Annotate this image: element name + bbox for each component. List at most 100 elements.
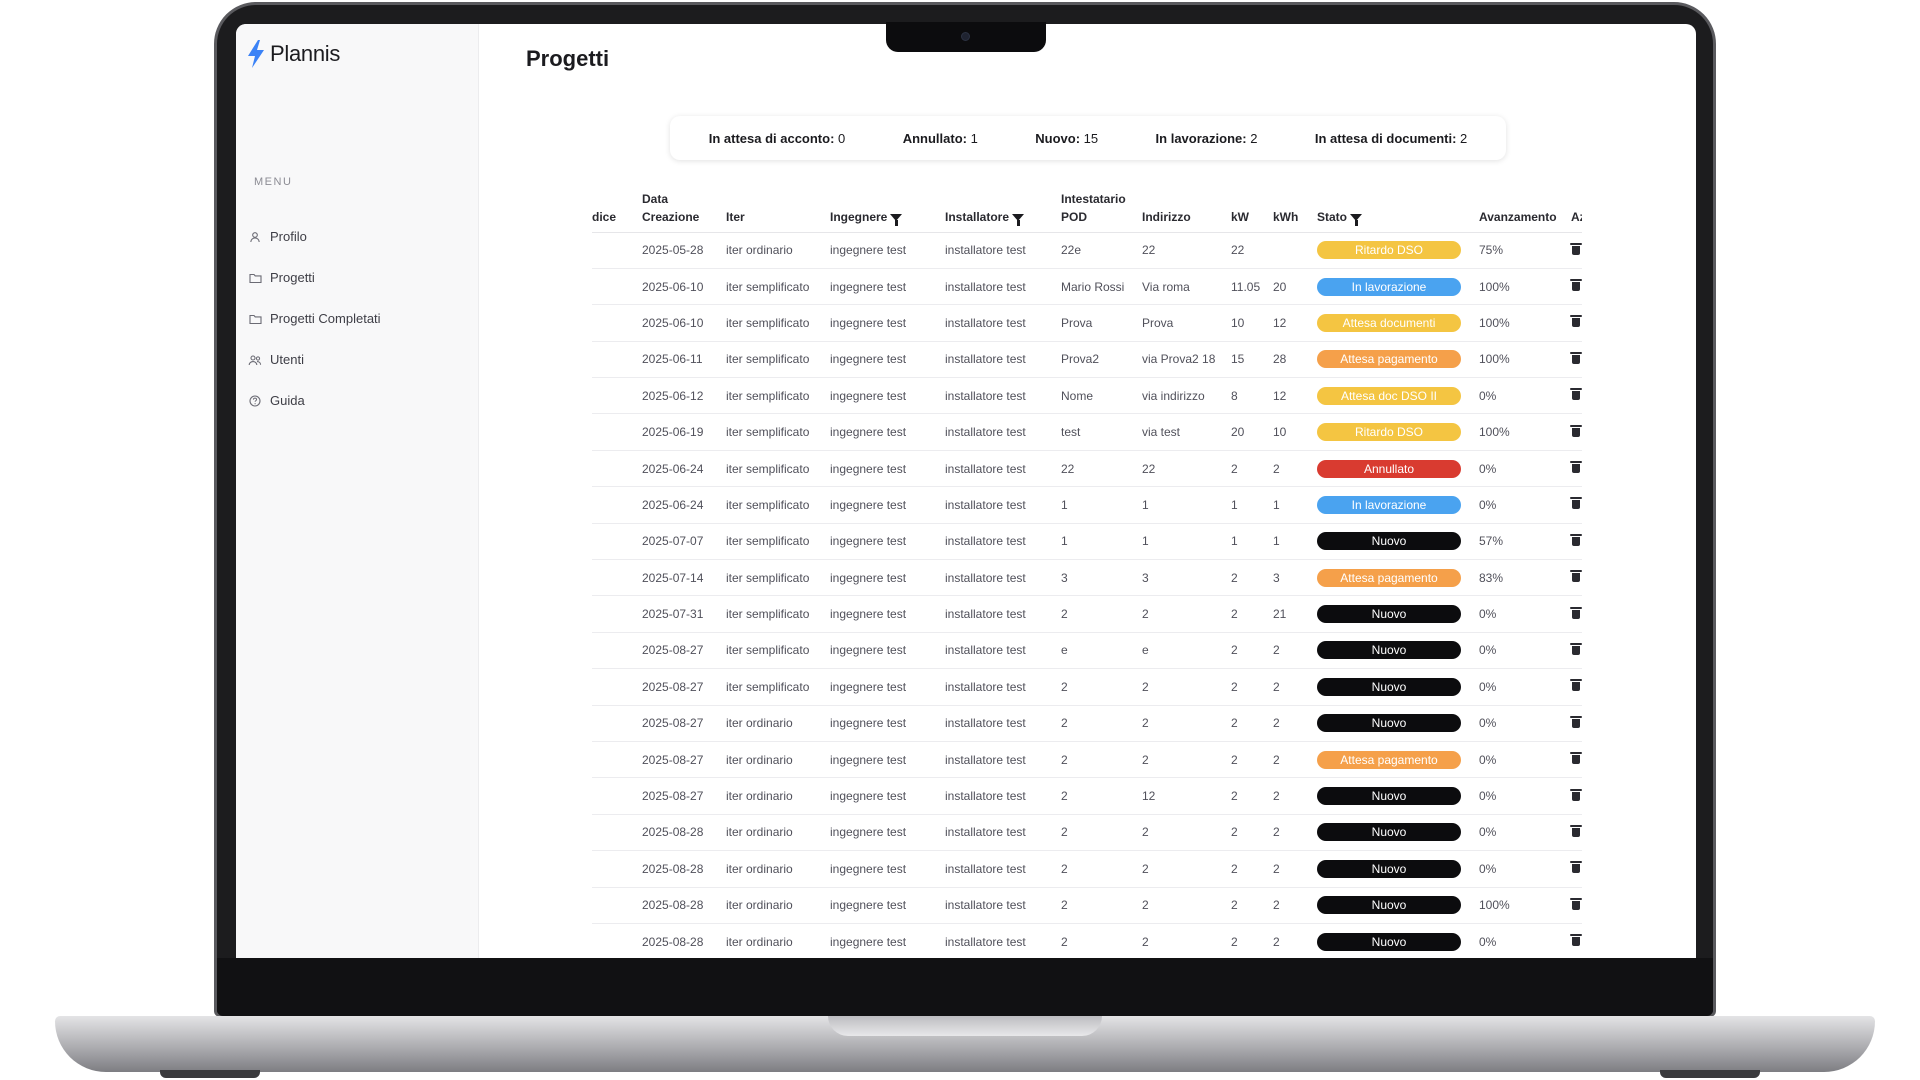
status-badge[interactable]: In lavorazione xyxy=(1317,495,1461,514)
table-row[interactable]: 132025-07-14iter semplificatoingegnere t… xyxy=(592,559,1582,597)
cell-installatore: installatore test xyxy=(937,741,1053,779)
cell-codice: 04 xyxy=(592,304,634,342)
column-header-label: kWh xyxy=(1273,209,1299,224)
laptop-bezel xyxy=(217,958,1713,1016)
cell-installatore: installatore test xyxy=(937,595,1053,633)
cell-avanzamento: 0% xyxy=(1471,705,1563,742)
delete-icon[interactable] xyxy=(1570,461,1582,474)
sidebar-item-label: Progetti Completati xyxy=(270,311,381,326)
cell-stato: Attesa pagamento xyxy=(1309,341,1471,379)
cell-codice: 07 xyxy=(592,413,634,451)
status-badge[interactable]: Nuovo xyxy=(1317,714,1461,733)
sidebar-item-guida[interactable]: Guida xyxy=(246,380,466,421)
delete-icon[interactable] xyxy=(1570,897,1582,910)
status-badge[interactable]: Attesa documenti xyxy=(1317,313,1461,332)
table-row[interactable]: 162025-08-27iter semplificatoingegnere t… xyxy=(592,668,1582,706)
status-badge[interactable]: Attesa pagamento xyxy=(1317,750,1461,769)
table-row[interactable]: 072025-06-19iter semplificatoingegnere t… xyxy=(592,413,1582,451)
table-row[interactable]: 152025-08-27iter semplificatoingegnere t… xyxy=(592,632,1582,670)
table-row[interactable]: 232025-08-28iter ordinarioingegnere test… xyxy=(592,923,1582,958)
table-row[interactable]: 092025-06-24iter semplificatoingegnere t… xyxy=(592,450,1582,488)
delete-icon[interactable] xyxy=(1570,679,1582,692)
cell-ingegnere: ingegnere test xyxy=(822,304,937,342)
status-badge[interactable]: Attesa pagamento xyxy=(1317,350,1461,369)
status-badge[interactable]: Nuovo xyxy=(1317,859,1461,878)
status-badge[interactable]: Nuovo xyxy=(1317,787,1461,806)
column-header-ingegnere[interactable]: Ingegnere xyxy=(822,180,937,233)
delete-icon[interactable] xyxy=(1570,606,1582,619)
status-badge[interactable]: In lavorazione xyxy=(1317,277,1461,296)
status-badge[interactable]: Nuovo xyxy=(1317,532,1461,551)
cell-indirizzo: 2 xyxy=(1134,595,1223,633)
table-row[interactable]: 142025-07-31iter semplificatoingegnere t… xyxy=(592,595,1582,633)
sidebar-item-utenti[interactable]: Utenti xyxy=(246,339,466,380)
sidebar-item-progetti[interactable]: Progetti xyxy=(246,257,466,298)
table-row[interactable]: 062025-06-12iter semplificatoingegnere t… xyxy=(592,377,1582,415)
table-row[interactable]: 212025-08-28iter ordinarioingegnere test… xyxy=(592,850,1582,888)
delete-icon[interactable] xyxy=(1570,388,1582,401)
sidebar-item-progetti-completati[interactable]: Progetti Completati xyxy=(246,298,466,339)
delete-icon[interactable] xyxy=(1570,861,1582,874)
status-badge[interactable]: Attesa pagamento xyxy=(1317,568,1461,587)
delete-icon[interactable] xyxy=(1570,642,1582,655)
cell-iter: iter ordinario xyxy=(718,741,822,779)
filter-icon[interactable] xyxy=(1350,214,1362,226)
cell-indirizzo: via Prova2 18 xyxy=(1134,341,1223,379)
table-row[interactable]: 042025-06-10iter semplificatoingegnere t… xyxy=(592,304,1582,342)
status-badge[interactable]: Annullato xyxy=(1317,459,1461,478)
delete-icon[interactable] xyxy=(1570,242,1582,255)
column-header-data: Data Creazione xyxy=(634,180,718,233)
column-header-stato[interactable]: Stato xyxy=(1309,180,1471,233)
status-badge[interactable]: Attesa doc DSO II xyxy=(1317,386,1461,405)
status-badge[interactable]: Ritardo DSO xyxy=(1317,423,1461,442)
filter-icon[interactable] xyxy=(890,214,903,226)
column-header-label: Avanzamento xyxy=(1479,209,1557,224)
table-row[interactable]: 222025-08-28iter ordinarioingegnere test… xyxy=(592,887,1582,924)
delete-icon[interactable] xyxy=(1570,279,1582,292)
delete-icon[interactable] xyxy=(1570,533,1582,546)
table-row[interactable]: 172025-08-27iter ordinarioingegnere test… xyxy=(592,705,1582,742)
bolt-icon xyxy=(248,40,264,68)
status-badge[interactable]: Nuovo xyxy=(1317,896,1461,915)
filter-icon[interactable] xyxy=(1012,214,1025,226)
delete-icon[interactable] xyxy=(1570,934,1582,947)
table-row[interactable]: 192025-08-27iter ordinarioingegnere test… xyxy=(592,777,1582,815)
logo[interactable]: Plannis xyxy=(246,40,340,68)
status-badge[interactable]: Nuovo xyxy=(1317,677,1461,696)
cell-kwh: 2 xyxy=(1265,887,1309,924)
laptop-foot-right xyxy=(1660,1070,1760,1078)
table-row[interactable]: 102025-06-24iter semplificatoingegnere t… xyxy=(592,486,1582,524)
table-row[interactable]: 122025-07-07iter semplificatoingegnere t… xyxy=(592,523,1582,561)
delete-icon[interactable] xyxy=(1570,424,1582,437)
delete-icon[interactable] xyxy=(1570,497,1582,510)
cell-indirizzo: e xyxy=(1134,632,1223,670)
table-row[interactable]: 032025-06-10iter semplificatoingegnere t… xyxy=(592,268,1582,306)
delete-icon[interactable] xyxy=(1570,351,1582,364)
delete-icon[interactable] xyxy=(1570,315,1582,328)
cell-kw: 15 xyxy=(1223,341,1265,379)
summary-item: In attesa di documenti: 2 xyxy=(1315,131,1467,146)
summary-label: In lavorazione: xyxy=(1155,130,1247,146)
status-badge[interactable]: Nuovo xyxy=(1317,823,1461,842)
delete-icon[interactable] xyxy=(1570,788,1582,801)
delete-icon[interactable] xyxy=(1570,570,1582,583)
cell-kw: 10 xyxy=(1223,304,1265,342)
table-row[interactable]: 182025-08-27iter ordinarioingegnere test… xyxy=(592,741,1582,779)
delete-icon[interactable] xyxy=(1570,824,1582,837)
cell-ingegnere: ingegnere test xyxy=(822,523,937,561)
table-row[interactable]: 012025-05-28iter ordinarioingegnere test… xyxy=(592,232,1582,269)
status-badge[interactable]: Ritardo DSO xyxy=(1317,241,1461,260)
projects-table-container[interactable]: Codice Data Creazione Iter Ingegnere Install… xyxy=(592,180,1582,958)
table-row[interactable]: 202025-08-28iter ordinarioingegnere test… xyxy=(592,814,1582,852)
status-badge[interactable]: Nuovo xyxy=(1317,605,1461,624)
sidebar-item-profilo[interactable]: Profilo xyxy=(246,216,466,257)
delete-icon[interactable] xyxy=(1570,715,1582,728)
status-badge[interactable]: Nuovo xyxy=(1317,932,1461,951)
folder-icon xyxy=(248,312,262,326)
column-header-installatore[interactable]: Installatore xyxy=(937,180,1053,233)
cell-kw: 2 xyxy=(1223,668,1265,706)
cell-codice: 05 xyxy=(592,341,634,379)
table-row[interactable]: 052025-06-11iter semplificatoingegnere t… xyxy=(592,341,1582,379)
delete-icon[interactable] xyxy=(1570,752,1582,765)
status-badge[interactable]: Nuovo xyxy=(1317,641,1461,660)
